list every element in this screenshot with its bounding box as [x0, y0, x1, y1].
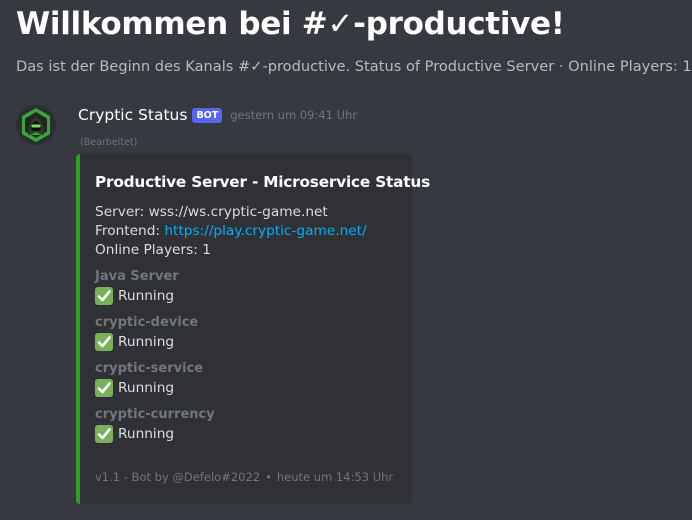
white-check-mark-icon: [95, 287, 113, 305]
field-value: Running: [118, 334, 175, 350]
field-name: cryptic-device: [95, 315, 199, 330]
white-check-mark-icon: [95, 333, 113, 351]
field-value-row: Running: [95, 378, 405, 398]
frontend-line: Frontend: https://play.cryptic-game.net/: [95, 222, 405, 241]
field-name: Java Server: [95, 269, 179, 284]
field-java-server: Java Server Running: [95, 268, 405, 306]
message-timestamp[interactable]: gestern um 09:41 Uhr: [230, 108, 357, 122]
field-cryptic-currency: cryptic-currency Running: [95, 406, 405, 444]
embed-description: Server: wss://ws.cryptic-game.net Fronte…: [95, 203, 405, 260]
bot-username[interactable]: Cryptic Status: [78, 106, 187, 124]
field-name: cryptic-service: [95, 361, 204, 376]
server-address: Server: wss://ws.cryptic-game.net: [95, 204, 328, 220]
bot-tag-badge: BOT: [192, 107, 223, 123]
field-value-row: Running: [95, 424, 405, 444]
frontend-label: Frontend:: [95, 223, 165, 239]
field-cryptic-service: cryptic-service Running: [95, 360, 405, 398]
white-check-mark-icon: [95, 425, 113, 443]
field-value: Running: [118, 426, 175, 442]
channel-welcome-title: Willkommen bei #✓-productive!: [16, 6, 565, 42]
footer-timestamp: heute um 14:53 Uhr: [276, 470, 394, 484]
bot-avatar[interactable]: [16, 105, 56, 145]
field-name: cryptic-currency: [95, 407, 215, 422]
footer-separator: •: [265, 470, 272, 484]
status-embed: Productive Server - Microservice Status …: [76, 154, 430, 504]
field-cryptic-device: cryptic-device Running: [95, 314, 405, 352]
white-check-mark-icon: [95, 379, 113, 397]
field-value-row: Running: [95, 332, 405, 352]
online-players: Online Players: 1: [95, 242, 211, 258]
field-value: Running: [118, 288, 175, 304]
hooded-hacker-logo-icon: [22, 108, 50, 142]
embed-footer: v1.1 - Bot by @Defelo#2022 • heute um 14:5…: [95, 470, 393, 484]
edited-label: (Bearbeitet): [80, 137, 138, 148]
channel-welcome-description: Das ist der Beginn des Kanals #✓-product…: [16, 58, 692, 75]
message-header: Cryptic Status BOT gestern um 09:41 Uhr: [78, 106, 357, 124]
footer-text: v1.1 - Bot by @Defelo#2022: [95, 470, 261, 484]
embed-title: Productive Server - Microservice Status: [95, 173, 430, 191]
frontend-link[interactable]: https://play.cryptic-game.net/: [164, 223, 366, 239]
field-value-row: Running: [95, 286, 405, 306]
field-value: Running: [118, 380, 175, 396]
